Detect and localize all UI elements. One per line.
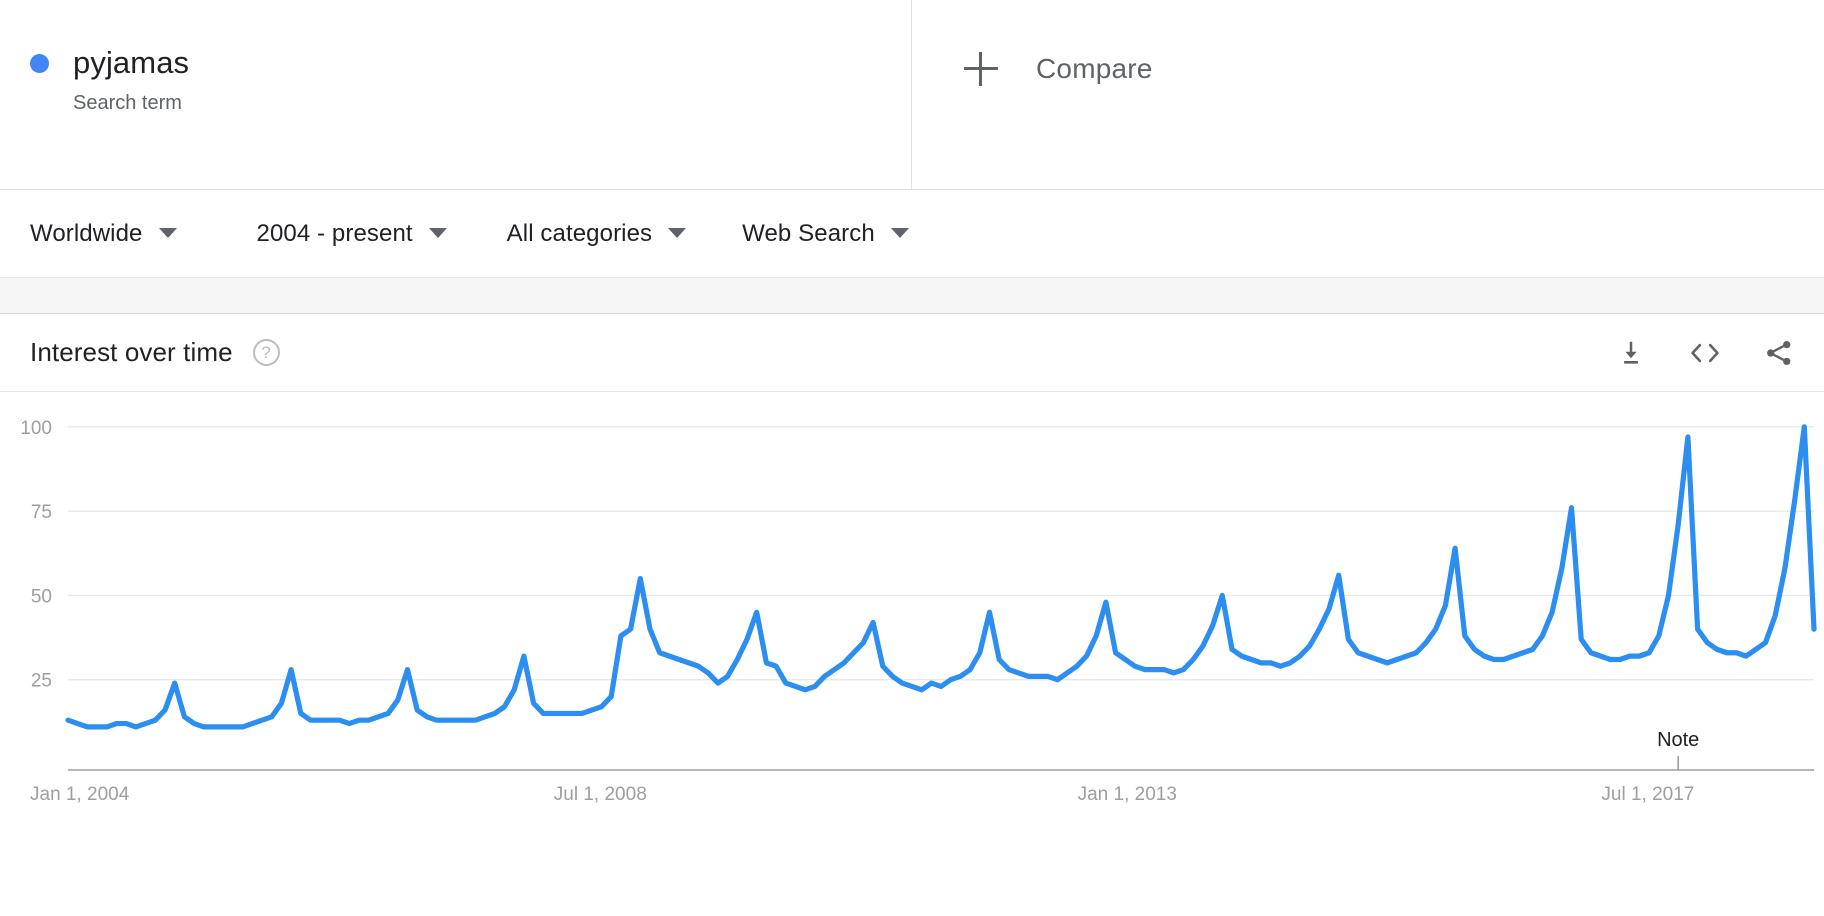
x-axis-tick-label: Jul 1, 2017 [1601, 784, 1694, 805]
embed-button[interactable] [1688, 336, 1722, 370]
y-axis-ticks: 25 50 75 100 [20, 418, 52, 692]
interest-over-time-header: Interest over time ? [0, 314, 1824, 392]
search-term-label: pyjamas [73, 45, 190, 80]
y-axis-tick-label: 100 [20, 418, 52, 439]
compare-label: Compare [1036, 53, 1153, 84]
interest-over-time-chart[interactable]: 25 50 75 100 Jan 1, 2004 Jul 1, 2008 Jan 1, 2… [0, 392, 1824, 912]
google-trends-page: pyjamas Search term Compare Worldwide 20… [0, 0, 1824, 916]
share-icon [1767, 340, 1791, 365]
compare-panel: Compare [912, 0, 1824, 189]
share-button[interactable] [1762, 336, 1796, 370]
filter-location-label: Worldwide [30, 219, 143, 247]
plus-icon [964, 52, 998, 86]
filter-time-range-label: 2004 - present [256, 219, 413, 247]
help-circle-icon[interactable]: ? [252, 339, 280, 366]
search-terms-bar: pyjamas Search term Compare [0, 0, 1824, 190]
y-axis-tick-label: 50 [31, 586, 52, 607]
x-axis-tick-label: Jan 1, 2004 [30, 784, 130, 805]
filter-category-label: All categories [506, 219, 653, 247]
series-line-pyjamas [65, 424, 1817, 730]
filter-location[interactable]: Worldwide [30, 220, 177, 248]
compare-button[interactable]: Compare [964, 52, 1153, 86]
chevron-down-icon [890, 227, 909, 238]
filter-category[interactable]: All categories [506, 219, 687, 248]
code-brackets-icon [1691, 343, 1719, 362]
series-color-dot [30, 54, 49, 73]
chevron-down-icon [668, 227, 687, 238]
chevron-down-icon [158, 227, 177, 238]
y-axis-tick-label: 25 [31, 671, 52, 692]
chevron-down-icon [428, 227, 447, 238]
filter-search-type-label: Web Search [742, 219, 875, 247]
trend-line-chart: 255075100 Jan 1, 2004 Jul 1, 2008 Jan 1, 2… [20, 418, 1817, 805]
search-term-type: Search term [73, 92, 182, 114]
filter-time-range[interactable]: 2004 - present [257, 220, 447, 248]
header-actions [1614, 336, 1796, 370]
x-axis-tick-label: Jan 1, 2013 [1078, 784, 1177, 805]
filter-search-type[interactable]: Web Search [742, 220, 909, 248]
page-title: Interest over time [30, 337, 233, 367]
section-divider [0, 278, 1824, 314]
x-axis-tick-label: Jul 1, 2008 [554, 784, 647, 805]
gridlines [68, 426, 1814, 681]
chart-annotations: Note [1657, 729, 1699, 770]
filters-bar: Worldwide 2004 - present All categories … [0, 190, 1824, 278]
download-icon [1624, 341, 1638, 364]
search-term-card[interactable]: pyjamas Search term [0, 0, 912, 189]
note-annotation-label[interactable]: Note [1657, 729, 1699, 751]
download-button[interactable] [1614, 336, 1648, 370]
x-axis-ticks: Jan 1, 2004 Jul 1, 2008 Jan 1, 2013 Jul 1, … [30, 784, 1694, 805]
y-axis-tick-label: 75 [31, 502, 52, 523]
